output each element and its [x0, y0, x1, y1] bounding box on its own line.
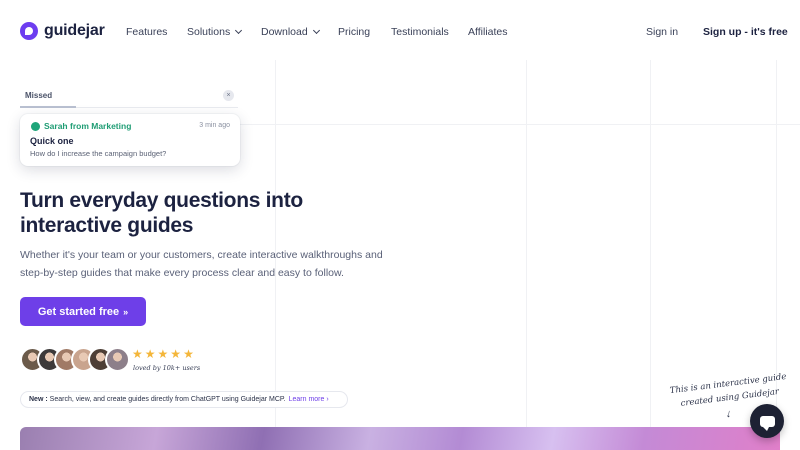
- nav-features[interactable]: Features: [126, 26, 167, 38]
- top-nav: guidejar Features Solutions Download Pri…: [0, 0, 800, 62]
- nav-label: Download: [261, 26, 308, 38]
- tab-underline: [20, 106, 76, 108]
- chevron-right-icon: ›: [326, 396, 329, 403]
- tab-missed[interactable]: Missed: [25, 91, 52, 100]
- sign-up-link[interactable]: Sign up - it's free: [703, 26, 788, 38]
- grid-line: [526, 60, 527, 450]
- chat-launcher-button[interactable]: [750, 404, 784, 438]
- hero-subtext: Whether it's your team or your customers…: [20, 249, 383, 279]
- nav-label: Affiliates: [468, 26, 508, 38]
- notification-sender: Sarah from Marketing: [44, 121, 132, 131]
- nav-label: Pricing: [338, 26, 371, 38]
- notification-title: Quick one: [30, 136, 74, 146]
- logo-text: guidejar: [44, 22, 105, 39]
- hero-preview-image: [20, 427, 780, 450]
- guidejar-logo-icon: [20, 22, 38, 40]
- double-chevron-right-icon: »: [123, 306, 129, 317]
- star-icon: ★: [183, 347, 194, 361]
- star-icon: ★: [132, 347, 143, 361]
- nav-label: Solutions: [187, 26, 231, 38]
- star-icon: ★: [170, 347, 182, 361]
- learn-more-link[interactable]: Learn more ›: [289, 396, 329, 403]
- nav-solutions[interactable]: Solutions: [187, 26, 243, 38]
- grid-line: [230, 124, 800, 125]
- nav-label: Features: [126, 26, 168, 38]
- nav-download[interactable]: Download: [261, 26, 320, 38]
- learn-more-label: Learn more: [288, 396, 325, 403]
- nav-testimonials[interactable]: Testimonials: [391, 26, 449, 38]
- notification-time: 3 min ago: [199, 122, 230, 129]
- chat-icon: [31, 122, 40, 131]
- star-rating: ★ ★ ★ ★ ★: [132, 348, 194, 360]
- star-icon: ★: [144, 347, 156, 361]
- arrow-down-icon: ↓: [724, 407, 733, 421]
- avatar: [105, 347, 130, 372]
- hero-headline: Turn everyday questions into interactive…: [20, 189, 303, 237]
- grid-line: [650, 60, 651, 450]
- announcement-text: Search, view, and create guides directly…: [49, 396, 286, 403]
- loved-by-text: loved by 10k+ users: [133, 364, 201, 372]
- chevron-down-icon: [312, 26, 320, 35]
- nav-pricing[interactable]: Pricing: [338, 26, 370, 38]
- notification-card[interactable]: Sarah from Marketing 3 min ago Quick one…: [20, 114, 240, 166]
- chevron-down-icon: [235, 26, 243, 35]
- notification-message: How do I increase the campaign budget?: [30, 149, 167, 158]
- nav-label: Testimonials: [391, 26, 449, 38]
- star-icon: ★: [157, 347, 169, 361]
- get-started-button[interactable]: Get started free »: [20, 297, 146, 326]
- cta-label: Get started free: [37, 305, 120, 318]
- sign-in-link[interactable]: Sign in: [646, 26, 678, 38]
- notification-tabs: Missed ×: [20, 88, 238, 108]
- close-icon[interactable]: ×: [223, 90, 234, 101]
- logo[interactable]: guidejar: [20, 22, 105, 40]
- announcement-label: New :: [29, 396, 48, 403]
- announcement-pill[interactable]: New : Search, view, and create guides di…: [20, 391, 348, 408]
- nav-affiliates[interactable]: Affiliates: [468, 26, 508, 38]
- chat-bubble-icon: [759, 415, 775, 431]
